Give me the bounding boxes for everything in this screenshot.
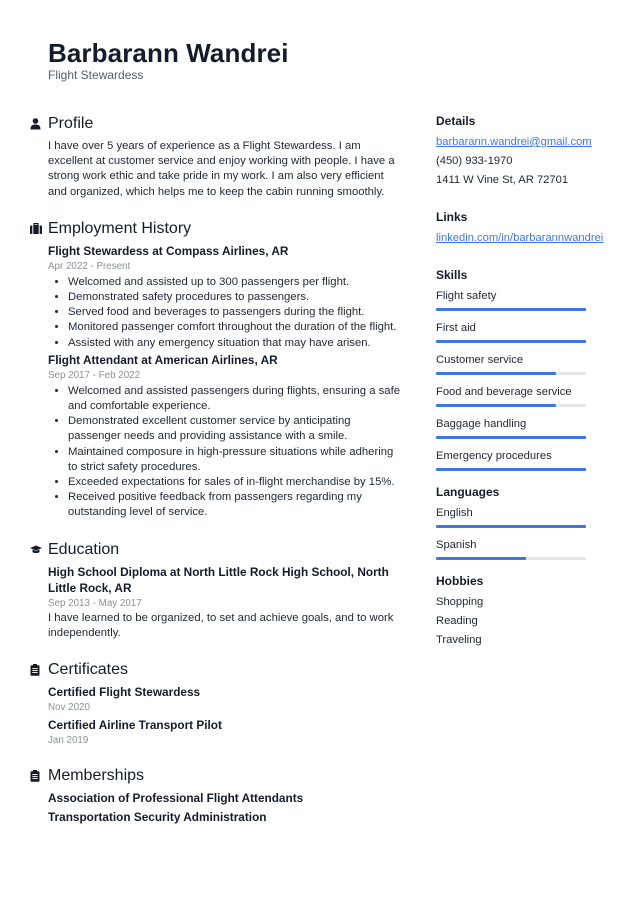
skill-level-bar xyxy=(436,308,586,311)
education-description: I have learned to be organized, to set a… xyxy=(48,611,394,639)
section-title: Employment History xyxy=(48,219,192,237)
memberships-section: Memberships Association of Professional … xyxy=(30,765,402,827)
details-section: Details barbarann.wandrei@gmail.com (450… xyxy=(436,113,616,190)
job-bullet: Demonstrated excellent customer service … xyxy=(68,414,402,444)
language-item: English xyxy=(436,504,616,528)
address: 1411 W Vine St, AR 72701 xyxy=(436,174,569,186)
language-level-bar xyxy=(436,525,586,528)
hobbies-title: Hobbies xyxy=(436,574,484,588)
skill-level-fill xyxy=(436,436,586,439)
job-bullets: Welcomed and assisted passengers during … xyxy=(48,384,402,521)
job-date: Sep 2017 - Feb 2022 xyxy=(48,369,141,381)
certificate-date: Jan 2019 xyxy=(48,735,89,747)
job-title: Flight Stewardess at Compass Airlines, A… xyxy=(48,243,289,258)
resume-header: Barbarann Wandrei Flight Stewardess xyxy=(48,38,289,82)
person-icon xyxy=(30,118,48,130)
links-section: Links linkedin.com/in/barbarannwandrei xyxy=(436,209,616,248)
skill-level-bar xyxy=(436,436,586,439)
job-bullet: Served food and beverages to passengers … xyxy=(68,305,402,320)
skills-section: Skills Flight safety First aid Customer se… xyxy=(436,267,616,471)
skill-label: Customer service xyxy=(436,354,524,366)
profile-summary: I have over 5 years of experience as a F… xyxy=(48,140,395,198)
skill-item: Food and beverage service xyxy=(436,383,616,407)
language-label: Spanish xyxy=(436,539,477,551)
skill-level-fill xyxy=(436,468,586,471)
skill-level-bar xyxy=(436,372,586,375)
skill-level-fill xyxy=(436,404,556,407)
skill-label: Flight safety xyxy=(436,290,497,302)
job-bullet: Welcomed and assisted passengers during … xyxy=(68,384,402,414)
job-bullet: Assisted with any emergency situation th… xyxy=(68,336,402,351)
education-section: Education High School Diploma at North L… xyxy=(30,539,402,641)
education-date: Sep 2013 - May 2017 xyxy=(48,597,142,609)
job-bullet: Received positive feedback from passenge… xyxy=(68,490,402,520)
phone-number: (450) 933-1970 xyxy=(436,155,513,167)
details-title: Details xyxy=(436,114,476,128)
hobby-item: Shopping xyxy=(436,596,484,608)
membership-item: Association of Professional Flight Atten… xyxy=(48,791,304,806)
section-title: Profile xyxy=(48,115,94,132)
skill-item: Baggage handling xyxy=(436,415,616,439)
hobbies-section: Hobbies Shopping Reading Traveling xyxy=(436,573,616,650)
section-title: Certificates xyxy=(48,661,129,679)
job-entry: Flight Stewardess at Compass Airlines, A… xyxy=(48,243,402,351)
job-title: Flight Attendant at American Airlines, A… xyxy=(48,352,278,367)
certificate-date: Nov 2020 xyxy=(48,702,90,714)
main-column: Profile I have over 5 years of experienc… xyxy=(30,113,402,845)
email-link[interactable]: barbarann.wandrei@gmail.com xyxy=(436,133,616,152)
skill-label: First aid xyxy=(436,322,476,334)
candidate-title: Flight Stewardess xyxy=(48,68,144,82)
skill-label: Baggage handling xyxy=(436,418,527,430)
candidate-name: Barbarann Wandrei xyxy=(48,38,289,68)
language-item: Spanish xyxy=(436,536,616,560)
job-bullet: Monitored passenger comfort throughout t… xyxy=(68,320,402,335)
skill-item: Flight safety xyxy=(436,287,616,311)
certificates-section: Certificates Certified Flight Stewardess… xyxy=(30,659,402,747)
job-bullet: Demonstrated safety procedures to passen… xyxy=(68,290,402,305)
job-bullet: Exceeded expectations for sales of in-fl… xyxy=(68,475,402,490)
profile-section: Profile I have over 5 years of experienc… xyxy=(30,113,402,200)
skill-label: Emergency procedures xyxy=(436,450,552,462)
skill-level-bar xyxy=(436,340,586,343)
clipboard-icon xyxy=(30,770,48,782)
graduation-cap-icon xyxy=(30,545,48,554)
skill-item: Customer service xyxy=(436,351,616,375)
briefcase-icon xyxy=(30,223,48,235)
skill-level-bar xyxy=(436,404,586,407)
linkedin-link[interactable]: linkedin.com/in/barbarannwandrei xyxy=(436,229,616,248)
links-title: Links xyxy=(436,210,468,224)
job-date: Apr 2022 - Present xyxy=(48,260,131,272)
languages-title: Languages xyxy=(436,485,500,499)
skill-level-fill xyxy=(436,372,556,375)
job-bullet: Welcomed and assisted up to 300 passenge… xyxy=(68,275,402,290)
job-bullets: Welcomed and assisted up to 300 passenge… xyxy=(48,275,402,351)
certificate-title: Certified Flight Stewardess xyxy=(48,685,201,700)
language-label: English xyxy=(436,507,473,519)
membership-item: Transportation Security Administration xyxy=(48,810,267,825)
section-title: Education xyxy=(48,540,120,558)
skill-level-bar xyxy=(436,468,586,471)
skills-title: Skills xyxy=(436,268,468,282)
employment-section: Employment History Flight Stewardess at … xyxy=(30,218,402,521)
education-title: High School Diploma at North Little Rock… xyxy=(48,564,389,595)
language-level-fill xyxy=(436,525,586,528)
job-entry: Flight Attendant at American Airlines, A… xyxy=(48,352,402,521)
job-bullet: Maintained composure in high-pressure si… xyxy=(68,445,402,475)
skill-level-fill xyxy=(436,340,586,343)
language-level-fill xyxy=(436,557,526,560)
certificate-title: Certified Airline Transport Pilot xyxy=(48,718,222,733)
hobby-item: Reading xyxy=(436,615,478,627)
language-level-bar xyxy=(436,557,586,560)
skill-item: First aid xyxy=(436,319,616,343)
hobby-item: Traveling xyxy=(436,634,482,646)
skill-item: Emergency procedures xyxy=(436,447,616,471)
clipboard-icon xyxy=(30,664,48,676)
skill-label: Food and beverage service xyxy=(436,386,572,398)
languages-section: Languages English Spanish xyxy=(436,484,616,560)
skill-level-fill xyxy=(436,308,586,311)
section-title: Memberships xyxy=(48,767,145,785)
sidebar: Details barbarann.wandrei@gmail.com (450… xyxy=(436,113,616,669)
